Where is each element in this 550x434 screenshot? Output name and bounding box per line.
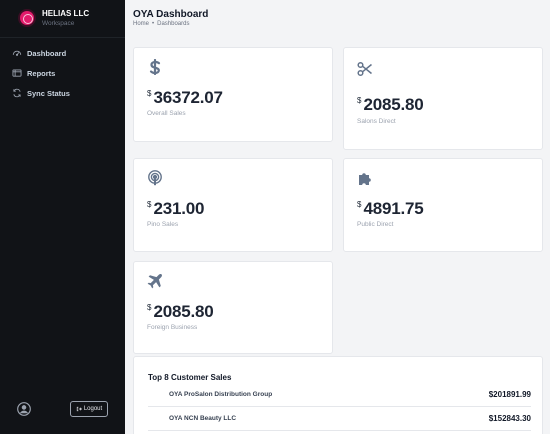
breadcrumb-separator: • [152,21,155,27]
dollar-icon [149,59,161,75]
page-title: OYA Dashboard [133,9,209,20]
stat-label: Overall Sales [147,110,186,117]
stat-card-public-direct: $ 4891.75 Public Direct [343,158,543,252]
sidebar-item-label: Sync Status [27,88,70,98]
top-customers-title: Top 8 Customer Sales [148,373,232,382]
stat-label: Pino Sales [147,221,179,228]
dashboard-icon [12,50,22,56]
currency-symbol: $ [357,96,362,105]
sidebar-item-sync-status[interactable]: Sync Status [12,86,117,100]
stat-value-row: $ 2085.80 [147,302,214,322]
stat-value: 231.00 [153,199,205,218]
currency-symbol: $ [147,89,152,98]
currency-symbol: $ [147,303,152,312]
stat-label: Salons Direct [357,118,396,125]
stat-value: 2085.80 [363,95,424,114]
brand-logo [20,11,34,25]
customer-name: OYA ProSalon Distribution Group [169,391,273,398]
stat-card-pino-sales: $ 231.00 Pino Sales [133,158,333,252]
stat-card-overall-sales: $ 36372.07 Overall Sales [133,47,333,142]
customer-amount: $152843.30 [488,414,531,423]
brand-header: HELIAS LLC Workspace [0,0,125,38]
stat-value: 36372.07 [153,88,223,107]
logout-label: Logout [83,406,103,412]
user-avatar-icon[interactable] [17,402,31,416]
brand-name: HELIAS LLC [42,9,90,18]
currency-symbol: $ [357,200,362,209]
sidebar-item-dashboard[interactable]: Dashboard [12,46,117,60]
puzzle-icon [359,173,371,185]
logout-icon [76,406,82,412]
stat-value: 2085.80 [153,302,214,321]
logout-button[interactable]: Logout [70,401,108,417]
plane-icon [147,274,162,289]
sidebar-item-label: Dashboard [27,48,67,58]
table-row: OYA NCN Beauty LLC $152843.30 [148,407,531,431]
sync-icon [13,88,21,98]
podcast-icon [148,170,162,186]
customer-amount: $201891.99 [488,390,531,399]
stat-value-row: $ 36372.07 [147,88,223,108]
breadcrumb-dashboards: Dashboards [157,21,190,27]
brand-subtitle: Workspace [42,20,75,27]
table-row: OYA ProSalon Distribution Group $201891.… [148,383,531,407]
stat-value-row: $ 231.00 [147,199,204,219]
customer-name: OYA NCN Beauty LLC [169,415,237,422]
breadcrumb: Home • Dashboards [133,21,189,27]
stat-card-foreign-business: $ 2085.80 Foreign Business [133,261,333,354]
reports-icon [12,69,22,77]
stat-value: 4891.75 [363,199,424,218]
stat-value-row: $ 2085.80 [357,95,424,115]
stat-label: Public Direct [357,221,394,228]
top-customers-card: Top 8 Customer Sales OYA ProSalon Distri… [133,356,543,434]
scissors-icon [357,61,372,77]
sidebar-item-label: Reports [27,68,56,78]
sidebar-item-reports[interactable]: Reports [12,66,117,80]
main-content: OYA Dashboard Home • Dashboards $ 36372.… [125,0,550,434]
sidebar: HELIAS LLC Workspace Dashboard Reports S… [0,0,125,434]
currency-symbol: $ [147,200,152,209]
breadcrumb-home[interactable]: Home [133,21,149,27]
stat-label: Foreign Business [147,324,198,331]
stat-value-row: $ 4891.75 [357,199,424,219]
stat-card-salons-direct: $ 2085.80 Salons Direct [343,47,543,150]
